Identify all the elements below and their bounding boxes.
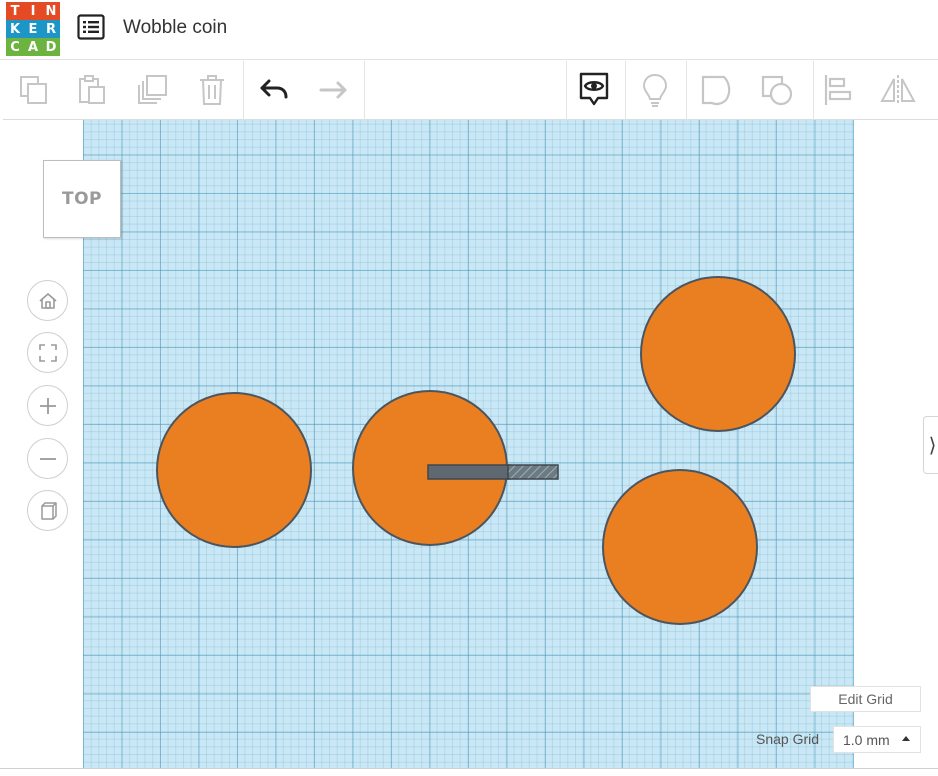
bottom-border: [0, 768, 938, 776]
duplicate-button[interactable]: [131, 69, 173, 111]
cylinder-shape[interactable]: [602, 469, 758, 625]
redo-icon: [319, 81, 347, 99]
fit-view-icon: [38, 343, 57, 362]
align-button[interactable]: [817, 69, 859, 111]
lightbulb-icon: [642, 73, 668, 107]
paste-icon: [79, 75, 105, 104]
toolbar-separator: [686, 61, 687, 120]
caret-up-icon: [902, 736, 910, 741]
zoom-in-button[interactable]: [27, 385, 68, 426]
notes-button[interactable]: [634, 69, 676, 111]
design-title[interactable]: Wobble coin: [123, 17, 227, 39]
tinkercad-logo[interactable]: T I N K E R C A D: [6, 2, 60, 56]
group-icon: [701, 75, 731, 106]
perspective-button[interactable]: [27, 490, 68, 531]
tinkercad-app: T I N K E R C A D Wobble coin TOP ⟩ Edit…: [0, 0, 938, 776]
group-button[interactable]: [696, 69, 738, 111]
app-header: T I N K E R C A D Wobble coin: [0, 0, 938, 60]
box-shape-hatched[interactable]: [507, 464, 559, 480]
mirror-icon: [880, 75, 916, 105]
zoom-out-icon: [39, 457, 56, 460]
logo-letter: D: [42, 38, 60, 56]
shapes-layer: [156, 276, 796, 625]
panel-toggle-handle[interactable]: ⟩: [923, 416, 938, 474]
zoom-out-button[interactable]: [27, 438, 68, 479]
zoom-in-icon: [39, 397, 56, 414]
logo-letter: I: [24, 2, 42, 20]
copy-button[interactable]: [13, 69, 55, 111]
cylinder-shape[interactable]: [156, 392, 312, 548]
redo-button[interactable]: [312, 69, 354, 111]
paste-button[interactable]: [71, 69, 113, 111]
logo-letter: R: [42, 20, 60, 38]
undo-button[interactable]: [253, 69, 295, 111]
logo-letter: K: [6, 20, 24, 38]
show-all-icon: [579, 72, 609, 106]
delete-icon: [200, 75, 224, 105]
snap-grid-label: Snap Grid: [756, 731, 820, 747]
design-list-button[interactable]: [76, 13, 106, 41]
snap-grid-select[interactable]: 1.0 mm: [833, 726, 921, 753]
toolbar-separator: [364, 61, 365, 120]
toolbar-separator: [625, 61, 626, 120]
logo-letter: C: [6, 38, 24, 56]
list-menu-icon: [77, 14, 105, 40]
duplicate-icon: [138, 75, 167, 104]
workplane-viewport[interactable]: TOP ⟩ Edit Grid Snap Grid 1.0 mm: [3, 120, 938, 768]
toolbar-separator: [813, 61, 814, 120]
home-icon: [38, 292, 57, 309]
show-all-button[interactable]: [573, 69, 615, 111]
view-cube-label: TOP: [61, 189, 102, 209]
copy-icon: [20, 76, 47, 104]
box-shape[interactable]: [427, 464, 511, 480]
ungroup-icon: [761, 75, 793, 106]
view-cube[interactable]: TOP: [43, 160, 121, 238]
home-view-button[interactable]: [27, 280, 68, 321]
edit-toolbar: [3, 61, 938, 120]
cylinder-shape[interactable]: [640, 276, 796, 432]
snap-grid-value: 1.0 mm: [843, 731, 890, 748]
mirror-button[interactable]: [877, 69, 919, 111]
chevron-right-icon: ⟩: [928, 433, 937, 457]
align-icon: [824, 75, 852, 105]
toolbar-separator: [243, 61, 244, 120]
delete-button[interactable]: [191, 69, 233, 111]
edit-grid-button[interactable]: Edit Grid: [810, 686, 921, 712]
logo-letter: E: [24, 20, 42, 38]
undo-icon: [260, 79, 288, 99]
fit-view-button[interactable]: [27, 332, 68, 373]
logo-letter: T: [6, 2, 24, 20]
perspective-icon: [40, 501, 57, 520]
toolbar-separator: [566, 61, 567, 120]
logo-letter: N: [42, 2, 60, 20]
ungroup-button[interactable]: [756, 69, 798, 111]
logo-letter: A: [24, 38, 42, 56]
